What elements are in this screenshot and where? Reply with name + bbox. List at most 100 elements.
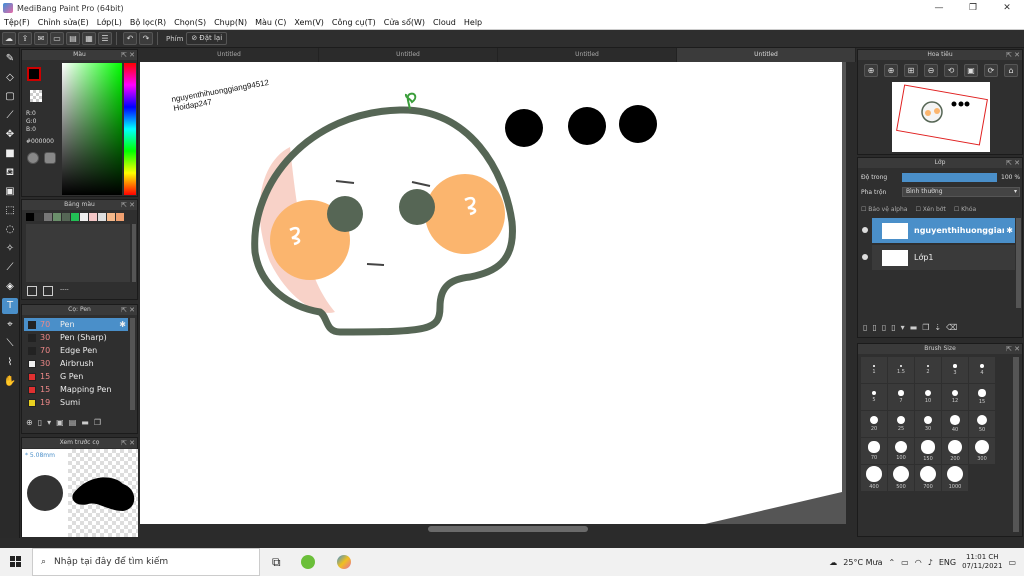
palette-swatch[interactable] <box>107 213 115 221</box>
gear-icon[interactable]: ✱ <box>119 320 126 329</box>
brush-size-cell[interactable]: 10 <box>915 384 941 410</box>
background-swatch[interactable] <box>30 90 42 102</box>
brush-item-edge-pen[interactable]: 70 Edge Pen <box>24 344 128 357</box>
brush-size-cell[interactable]: 150 <box>915 438 941 464</box>
menu-cloud[interactable]: Cloud <box>429 18 460 27</box>
gradient-tool-icon[interactable]: ▣ <box>2 184 18 200</box>
lock-checkbox[interactable]: ☐ Khóa <box>954 206 976 213</box>
eraser-tool-icon[interactable]: ◇ <box>2 70 18 86</box>
undo-button[interactable]: ↶ <box>123 32 137 45</box>
reset-button[interactable]: ⊘ Đặt lại <box>186 32 228 45</box>
text-tool-icon[interactable]: T <box>2 298 18 314</box>
palette-swatch[interactable] <box>44 213 52 221</box>
brush-size-cell[interactable]: 700 <box>915 465 941 491</box>
select-pen-tool-icon[interactable]: ⟋ <box>2 260 18 276</box>
menu-view[interactable]: Xem(V) <box>290 18 328 27</box>
rotate-icon[interactable]: ⟲ <box>944 64 958 77</box>
operation-tool-icon[interactable]: ⌖ <box>2 317 18 333</box>
menu-capture[interactable]: Chụp(N) <box>210 18 251 27</box>
zoom-in-icon[interactable]: ⊕ <box>864 64 878 77</box>
minimize-button[interactable]: — <box>922 0 956 16</box>
clock[interactable]: 11:01 CH 07/11/2021 <box>962 553 1002 571</box>
brush-size-cell[interactable]: 40 <box>942 411 968 437</box>
chevron-up-icon[interactable]: ⌃ <box>888 558 895 567</box>
layer-list-scrollbar[interactable] <box>1016 218 1021 308</box>
page-icon[interactable]: ▤ <box>66 32 80 45</box>
protect-alpha-checkbox[interactable]: ☐ Bảo vệ alpha <box>861 206 907 213</box>
zoom-in-large-icon[interactable]: ⊕ <box>884 64 898 77</box>
new-layer-icon[interactable]: ▯ <box>863 323 867 332</box>
windows-start-icon[interactable] <box>0 548 32 576</box>
palette-swatch[interactable] <box>26 213 34 221</box>
add-brush-icon[interactable]: ⊕ <box>26 418 33 427</box>
brush-size-cell[interactable]: 500 <box>888 465 914 491</box>
brush-item-sumi[interactable]: 19 Sumi <box>24 396 128 409</box>
settings-icon[interactable]: ▤ <box>69 418 77 427</box>
palette-swatch[interactable] <box>53 213 61 221</box>
canvas-area[interactable]: nguyenthihuonggiang94512 Hoidap247 <box>140 62 856 524</box>
palette-swatch[interactable] <box>80 213 88 221</box>
divide-tool-icon[interactable]: ⟍ <box>2 336 18 352</box>
brush-size-cell[interactable]: 5 <box>861 384 887 410</box>
taskbar-search[interactable]: ⌕ Nhập tại đây để tìm kiếm <box>32 548 260 576</box>
redo-button[interactable]: ↷ <box>139 32 153 45</box>
palette-swatch[interactable] <box>98 213 106 221</box>
hue-slider[interactable] <box>124 63 136 195</box>
folder-icon[interactable]: ▬ <box>81 418 89 427</box>
brush-size-cell[interactable]: 50 <box>969 411 995 437</box>
layer-item-text[interactable]: nguyenthihuonggiang94512 ✱ <box>872 218 1015 243</box>
brush-item-g-pen[interactable]: 15 G Pen <box>24 370 128 383</box>
comment-icon[interactable]: ✉ <box>34 32 48 45</box>
visibility-eye-icon[interactable] <box>862 254 868 260</box>
actual-size-icon[interactable]: ▣ <box>964 64 978 77</box>
color-picker-icon[interactable] <box>44 152 56 164</box>
panel-close-icon[interactable]: ⇱ ✕ <box>1006 344 1020 354</box>
merge-icon[interactable]: ⇣ <box>934 323 941 332</box>
layer-menu-icon[interactable]: ▾ <box>901 323 905 332</box>
panel-close-icon[interactable]: ⇱ ✕ <box>121 305 135 315</box>
cloud-icon[interactable]: ☁ <box>2 32 16 45</box>
canvas-vertical-scrollbar[interactable] <box>846 62 856 524</box>
trash-icon[interactable] <box>43 286 53 296</box>
brush-size-cell[interactable]: 2 <box>915 357 941 383</box>
palette-swatch[interactable] <box>89 213 97 221</box>
select-eraser-tool-icon[interactable]: ◈ <box>2 279 18 295</box>
move-tool-icon[interactable]: ✥ <box>2 127 18 143</box>
menu-help[interactable]: Help <box>460 18 486 27</box>
panel-close-icon[interactable]: ⇱ ✕ <box>1006 50 1020 60</box>
pen-tool-icon[interactable]: ✎ <box>2 51 18 67</box>
select-rect-tool-icon[interactable]: ⬚ <box>2 203 18 219</box>
share-icon[interactable]: ⇪ <box>18 32 32 45</box>
duplicate-icon[interactable]: ❐ <box>922 323 929 332</box>
eyedropper-tool-icon[interactable]: ⌇ <box>2 355 18 371</box>
trash-icon[interactable]: ⌫ <box>946 323 957 332</box>
new-page-icon[interactable] <box>27 286 37 296</box>
reset-view-icon[interactable]: ⌂ <box>1004 64 1018 77</box>
brush-size-cell[interactable]: 1.5 <box>888 357 914 383</box>
new-page-icon[interactable]: ▯ <box>38 418 42 427</box>
menu-filter[interactable]: Bộ lọc(R) <box>126 18 170 27</box>
gear-icon[interactable]: ✱ <box>1006 226 1013 235</box>
notification-icon[interactable]: ▭ <box>1008 558 1016 567</box>
copy-icon[interactable]: ▣ <box>56 418 64 427</box>
fill-rect-tool-icon[interactable]: ■ <box>2 146 18 162</box>
brush-size-cell[interactable]: 70 <box>861 438 887 464</box>
brush-size-cell[interactable]: 15 <box>969 384 995 410</box>
foreground-swatch[interactable] <box>27 67 41 81</box>
brush-size-cell[interactable]: 25 <box>888 411 914 437</box>
blend-mode-select[interactable]: Bình thường ▾ <box>902 187 1020 197</box>
rectangle-tool-icon[interactable]: ▢ <box>2 89 18 105</box>
brush-size-cell[interactable]: 20 <box>861 411 887 437</box>
brush-list-scrollbar[interactable] <box>130 318 135 410</box>
hand-tool-icon[interactable]: ✋ <box>2 374 18 390</box>
brush-size-cell[interactable]: 300 <box>969 438 995 464</box>
folder-icon[interactable]: ▬ <box>910 323 918 332</box>
new-8bit-layer-icon[interactable]: ▯ <box>882 323 886 332</box>
lasso-tool-icon[interactable]: ◌ <box>2 222 18 238</box>
brush-size-cell[interactable]: 1 <box>861 357 887 383</box>
opacity-slider[interactable] <box>902 173 997 182</box>
maximize-button[interactable]: ❐ <box>956 0 990 16</box>
medibang-app-icon[interactable] <box>336 555 351 569</box>
save-icon[interactable]: ▭ <box>50 32 64 45</box>
palette-swatch[interactable] <box>116 213 124 221</box>
